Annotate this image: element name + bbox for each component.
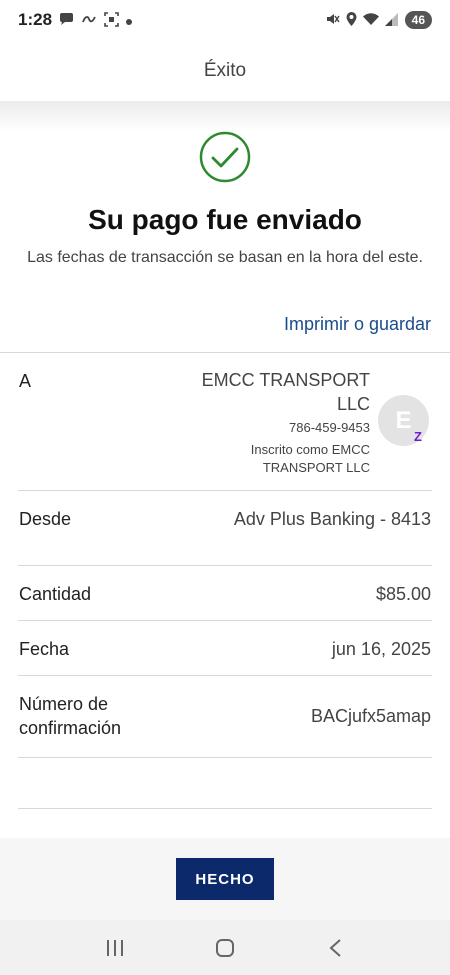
dot-icon	[126, 14, 133, 27]
date-label: Fecha	[19, 639, 70, 659]
recipient-info: EMCC TRANSPORT LLC 786-459-9453 Inscrito…	[170, 368, 370, 477]
print-or-save-link[interactable]: Imprimir o guardar	[284, 314, 431, 335]
header-shadow	[0, 102, 450, 132]
from-label: Desde	[19, 509, 72, 529]
location-icon	[346, 12, 357, 28]
recipient-name: EMCC TRANSPORT LLC	[201, 370, 370, 414]
amount-value: $85.00	[375, 584, 431, 604]
battery-indicator: 46	[404, 11, 432, 29]
recent-apps-icon[interactable]	[95, 928, 135, 968]
divider	[18, 757, 432, 758]
confirmation-label: Número de confirmación	[19, 694, 122, 738]
done-button[interactable]: HECHO	[176, 858, 274, 900]
from-account: Adv Plus Banking - 8413	[233, 509, 431, 529]
to-label: A	[19, 371, 32, 391]
success-check-icon	[199, 131, 251, 183]
zelle-badge-icon: Z	[414, 429, 422, 444]
status-time: 1:28	[18, 10, 53, 29]
wifi-icon	[362, 12, 379, 28]
page-title: Éxito	[203, 59, 247, 81]
divider	[18, 620, 432, 621]
divider	[18, 490, 432, 491]
system-nav-bar	[0, 920, 450, 975]
signal-icon	[384, 12, 399, 28]
status-bar: 1:28 46	[0, 0, 450, 40]
recipient-enrolled-name: Inscrito como EMCC TRANSPORT LLC	[250, 442, 370, 475]
link-icon	[81, 13, 97, 27]
success-headline: Su pago fue enviado	[88, 204, 362, 235]
chat-bubble-icon	[59, 12, 74, 28]
home-icon[interactable]	[205, 928, 245, 968]
back-icon[interactable]	[315, 928, 355, 968]
timezone-note: Las fechas de transacción se basan en la…	[27, 249, 423, 266]
recipient-phone: 786-459-9453	[289, 420, 370, 435]
screenshot-icon	[104, 11, 119, 29]
confirmation-number: BACjufx5amap	[310, 706, 431, 726]
amount-label: Cantidad	[19, 584, 92, 604]
avatar-initial: E	[395, 406, 412, 434]
app-header: Éxito	[0, 40, 450, 102]
mute-icon	[326, 12, 340, 28]
divider	[18, 675, 432, 676]
divider	[18, 565, 432, 566]
date-value: jun 16, 2025	[331, 639, 431, 659]
divider	[18, 808, 432, 809]
divider	[0, 352, 450, 353]
